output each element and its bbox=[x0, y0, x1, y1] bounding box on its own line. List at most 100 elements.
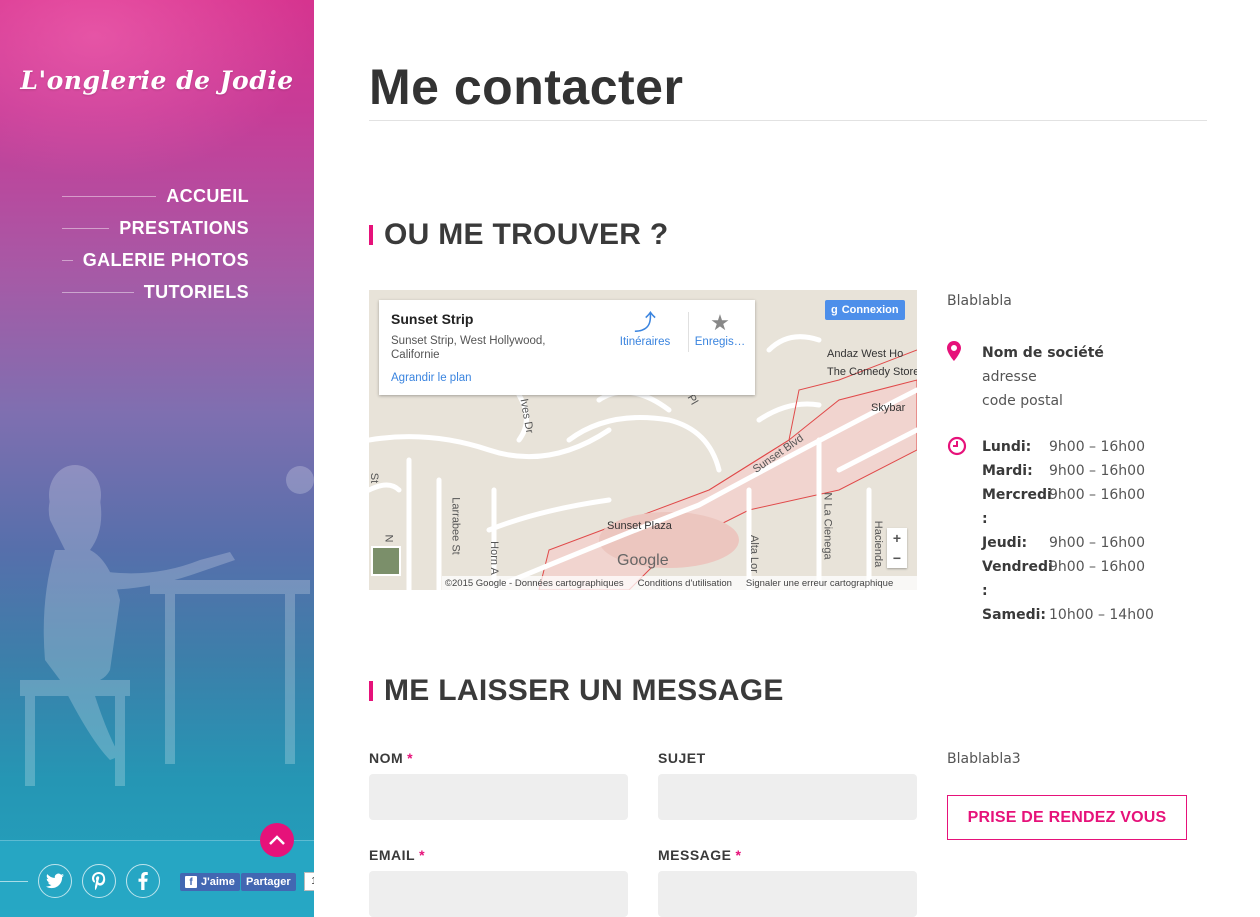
map-label-comedy-store: The Comedy Store bbox=[827, 366, 917, 378]
hours-row: : bbox=[982, 579, 1154, 603]
hours-time: 9h00 – 16h00 bbox=[1049, 439, 1145, 455]
fb-share-label: Partager bbox=[246, 876, 291, 888]
hours-day: Mercredi bbox=[982, 487, 1052, 503]
message-field[interactable] bbox=[658, 871, 917, 917]
map-connect-button[interactable]: g Connexion bbox=[825, 300, 905, 320]
satellite-view-thumbnail[interactable] bbox=[371, 546, 401, 576]
hours-row: Lundi: 9h00 – 16h00 bbox=[982, 435, 1154, 459]
map-label-sunset-plaza: Sunset Plaza bbox=[607, 520, 672, 532]
directions-label: Itinéraires bbox=[619, 336, 671, 348]
facebook-icon: f bbox=[185, 876, 197, 888]
nav-item-galerie-photos[interactable]: GALERIE PHOTOS bbox=[62, 244, 249, 276]
location-pin-icon bbox=[947, 341, 961, 361]
hours-time: 10h00 – 14h00 bbox=[1049, 607, 1154, 623]
section-accent-bar bbox=[369, 681, 373, 701]
appointment-button[interactable]: PRISE DE RENDEZ VOUS bbox=[947, 795, 1187, 840]
company-block: Nom de société adresse code postal bbox=[982, 341, 1104, 413]
map-label-la-cienega: N La Cienega bbox=[821, 492, 834, 560]
hours-time: 9h00 – 16h00 bbox=[1049, 559, 1145, 575]
email-label-text: EMAIL bbox=[369, 847, 416, 863]
company-postal-code: code postal bbox=[982, 393, 1063, 409]
nav-divider bbox=[62, 195, 157, 197]
map-place-name: Sunset Strip bbox=[391, 311, 474, 327]
map-terms-link[interactable]: Conditions d'utilisation bbox=[638, 578, 732, 589]
nav-item-tutoriels[interactable]: TUTORIELS bbox=[62, 276, 249, 308]
map-report-link[interactable]: Signaler une erreur cartographique bbox=[746, 578, 893, 589]
facebook-icon[interactable] bbox=[126, 864, 160, 898]
section-accent-bar bbox=[369, 225, 373, 245]
clock-icon bbox=[947, 436, 967, 456]
find-section-label: OU ME TROUVER ? bbox=[384, 218, 669, 251]
hours-time: 9h00 – 16h00 bbox=[1049, 535, 1145, 551]
required-mark: * bbox=[419, 847, 426, 863]
map-zoom-control: + − bbox=[887, 528, 907, 568]
hours-row: Vendredi 9h00 – 16h00 bbox=[982, 555, 1154, 579]
email-label: EMAIL * bbox=[369, 847, 425, 863]
message-label: MESSAGE * bbox=[658, 847, 741, 863]
zoom-in-button[interactable]: + bbox=[887, 528, 907, 548]
map-info-card: Sunset Strip Sunset Strip, West Hollywoo… bbox=[379, 300, 755, 395]
footer-divider bbox=[0, 881, 28, 882]
hours-day: : bbox=[982, 583, 988, 599]
google-map[interactable]: Andaz West Ho The Comedy Store Skybar Su… bbox=[369, 290, 917, 590]
nav-divider bbox=[62, 291, 134, 293]
nav-item-prestations[interactable]: PRESTATIONS bbox=[62, 212, 249, 244]
hours-time: 9h00 – 16h00 bbox=[1049, 487, 1145, 503]
nav-label: PRESTATIONS bbox=[119, 217, 249, 238]
save-place-button[interactable]: ★ Enregis… bbox=[689, 310, 751, 348]
title-divider bbox=[369, 120, 1207, 121]
directions-button[interactable]: ⤴ Itinéraires bbox=[615, 310, 675, 348]
map-label-andaz: Andaz West Ho bbox=[827, 348, 904, 360]
page-title: Me contacter bbox=[369, 59, 684, 115]
twitter-icon[interactable] bbox=[38, 864, 72, 898]
map-label-horn: Horn A bbox=[487, 541, 500, 575]
name-label-text: NOM bbox=[369, 750, 404, 766]
nav-label: TUTORIELS bbox=[143, 281, 249, 302]
star-icon: ★ bbox=[710, 310, 730, 335]
company-name: Nom de société bbox=[982, 345, 1104, 361]
subject-label: SUJET bbox=[658, 750, 706, 766]
map-connect-label: Connexion bbox=[841, 304, 899, 316]
name-label: NOM * bbox=[369, 750, 413, 766]
hours-day: Mardi: bbox=[982, 463, 1033, 479]
chevron-up-icon bbox=[269, 835, 285, 845]
hours-row: Jeudi: 9h00 – 16h00 bbox=[982, 531, 1154, 555]
directions-icon: ⤴ bbox=[633, 310, 656, 335]
hours-day: Vendredi bbox=[982, 559, 1053, 575]
name-field[interactable] bbox=[369, 774, 628, 820]
hours-row: Samedi: 10h00 – 14h00 bbox=[982, 603, 1154, 627]
fb-share-button[interactable]: Partager bbox=[241, 873, 296, 891]
scroll-to-top-button[interactable] bbox=[260, 823, 294, 857]
hours-time: 9h00 – 16h00 bbox=[1049, 463, 1145, 479]
message-section-title: ME LAISSER UN MESSAGE bbox=[369, 674, 784, 708]
google-plus-icon: g bbox=[831, 304, 838, 316]
hours-row: : bbox=[982, 507, 1154, 531]
opening-hours: Lundi: 9h00 – 16h00 Mardi: 9h00 – 16h00 Me… bbox=[982, 435, 1154, 627]
google-logo: Google bbox=[617, 552, 669, 569]
save-label: Enregis… bbox=[694, 336, 746, 348]
zoom-out-button[interactable]: − bbox=[887, 548, 907, 568]
enlarge-map-link[interactable]: Agrandir le plan bbox=[391, 372, 472, 384]
subject-label-text: SUJET bbox=[658, 750, 706, 766]
required-mark: * bbox=[735, 847, 742, 863]
email-field[interactable] bbox=[369, 871, 628, 917]
map-label-st: St bbox=[369, 472, 381, 484]
pinterest-icon[interactable] bbox=[82, 864, 116, 898]
company-address: adresse bbox=[982, 369, 1037, 385]
required-mark: * bbox=[407, 750, 414, 766]
map-attribution: ©2015 Google - Données cartographiques C… bbox=[442, 576, 917, 590]
hours-day: Jeudi: bbox=[982, 535, 1028, 551]
manicure-silhouette-illustration bbox=[20, 465, 314, 786]
subject-field[interactable] bbox=[658, 774, 917, 820]
main-nav: ACCUEIL PRESTATIONS GALERIE PHOTOS TUTOR… bbox=[62, 180, 249, 308]
message-section-label: ME LAISSER UN MESSAGE bbox=[384, 674, 784, 707]
map-label-alta-loma: Alta Lor bbox=[747, 535, 760, 573]
fb-like-label: J'aime bbox=[201, 876, 235, 888]
nav-item-accueil[interactable]: ACCUEIL bbox=[62, 180, 249, 212]
fb-like-button[interactable]: f J'aime bbox=[180, 873, 240, 891]
site-logo[interactable]: L'onglerie de Jodie bbox=[0, 66, 314, 95]
map-label-larrabee: Larrabee St bbox=[449, 497, 462, 555]
nav-label: ACCUEIL bbox=[166, 185, 249, 206]
map-copyright: ©2015 Google - Données cartographiques bbox=[445, 577, 624, 589]
map-label-hacienda: Hacienda bbox=[872, 520, 885, 568]
